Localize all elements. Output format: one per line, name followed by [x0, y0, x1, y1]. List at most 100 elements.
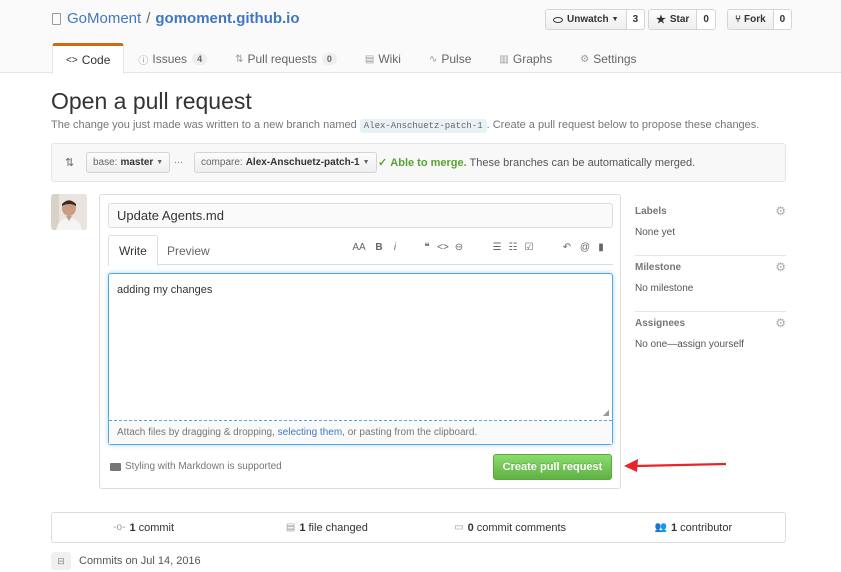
- assignees-value[interactable]: No one—assign yourself: [635, 339, 744, 350]
- code-icon: <>: [66, 54, 78, 66]
- resize-handle-icon[interactable]: ◢: [603, 408, 609, 417]
- repo-name-link[interactable]: gomoment.github.io: [155, 10, 299, 27]
- star-count[interactable]: 0: [697, 9, 716, 30]
- milestone-heading: Milestone: [635, 262, 682, 273]
- tab-issues[interactable]: ⓘ Issues 4: [124, 43, 221, 74]
- tab-code[interactable]: <> Code: [52, 43, 125, 74]
- tab-pull-requests-label: Pull requests: [247, 52, 317, 66]
- subtitle-after: . Create a pull request below to propose…: [486, 119, 760, 131]
- markdown-note: Styling with Markdown is supported: [110, 461, 282, 472]
- book-icon: ▤: [364, 53, 375, 65]
- annotation-arrow-icon: [624, 459, 727, 472]
- create-pull-request-button[interactable]: Create pull request: [493, 454, 612, 480]
- commits-date-header: ⊟ Commits on Jul 14, 2016: [51, 552, 201, 570]
- tab-write[interactable]: Write: [108, 235, 158, 266]
- avatar[interactable]: [51, 194, 87, 230]
- issue-icon: ⓘ: [138, 55, 149, 67]
- labels-value: None yet: [635, 227, 676, 238]
- people-icon: 👥: [654, 522, 668, 533]
- base-value: master: [120, 157, 154, 168]
- link-icon[interactable]: ⊖: [452, 242, 466, 253]
- select-files-link[interactable]: selecting them: [278, 427, 342, 438]
- file-attach-bar[interactable]: Attach files by dragging & dropping, sel…: [109, 420, 612, 444]
- git-commit-icon: ⊟: [51, 552, 71, 570]
- tab-pull-requests[interactable]: ⇅ Pull requests 0: [221, 43, 351, 74]
- discussion-sidebar: Labels ⚙ None yet Milestone ⚙ No milesto…: [635, 200, 786, 368]
- bold-icon[interactable]: B: [372, 242, 386, 253]
- summary-comments[interactable]: ▭ 0 commit comments: [419, 513, 602, 542]
- watch-group: Unwatch ▼ 3: [545, 9, 646, 30]
- caret-down-icon: ▼: [362, 159, 370, 166]
- tab-preview[interactable]: Preview: [157, 235, 220, 266]
- subtitle-before: The change you just made was written to …: [51, 119, 357, 131]
- overall-summary: -o- 1 commit ▤ 1 file changed ▭ 0 commit…: [51, 512, 786, 543]
- mention-icon[interactable]: @: [578, 242, 592, 253]
- fork-icon: ⑂: [735, 14, 741, 25]
- compare-label: compare:: [201, 157, 243, 168]
- tab-pulse-label: Pulse: [441, 52, 472, 66]
- quote-icon[interactable]: ❝: [420, 242, 434, 253]
- base-branch-select[interactable]: base: master ▼: [86, 152, 171, 173]
- tab-graphs[interactable]: ▥ Graphs: [485, 43, 566, 74]
- reply-icon[interactable]: ↶: [558, 242, 576, 253]
- unordered-list-icon[interactable]: ☰: [490, 242, 504, 253]
- repo-title: GoMoment / gomoment.github.io: [52, 10, 300, 27]
- gear-icon[interactable]: ⚙: [775, 316, 786, 330]
- assignees-heading: Assignees: [635, 318, 686, 329]
- sidebar-labels: Labels ⚙ None yet: [635, 200, 786, 256]
- merge-ok-text: Able to merge.: [390, 157, 467, 169]
- pr-body-textarea[interactable]: adding my changes ◢ Attach files by drag…: [108, 273, 613, 445]
- editor-tabs: Write Preview AA B i ❝ <> ⊖ ☰ ☷ ☑ ↶ @ ▮: [108, 235, 613, 266]
- commit-icon: -o-: [113, 522, 126, 533]
- watch-count[interactable]: 3: [626, 9, 646, 30]
- attach-text-before: Attach files by dragging & dropping,: [117, 427, 275, 438]
- commits-date-text: Commits on Jul 14, 2016: [79, 555, 201, 567]
- gear-icon: ⚙: [580, 53, 590, 65]
- summary-files[interactable]: ▤ 1 file changed: [235, 513, 418, 542]
- unwatch-button[interactable]: Unwatch ▼: [545, 9, 627, 30]
- toolbar-insert-group: ❝ <> ⊖: [420, 242, 466, 253]
- range-editor: ⇅ base: master ▼ ... compare: Alex-Ansch…: [51, 143, 786, 182]
- range-dots: ...: [174, 154, 184, 166]
- heading-icon[interactable]: AA: [348, 242, 370, 253]
- tab-pulse[interactable]: ∿ Pulse: [415, 43, 485, 74]
- sidebar-milestone: Milestone ⚙ No milestone: [635, 256, 786, 312]
- ordered-list-icon[interactable]: ☷: [506, 242, 520, 253]
- markdown-note-text[interactable]: Styling with Markdown is supported: [125, 461, 282, 472]
- files-label: file changed: [308, 521, 368, 534]
- file-diff-icon: ▤: [285, 522, 296, 533]
- check-icon: ✓: [378, 157, 388, 169]
- contributors-label: contributor: [680, 521, 733, 534]
- pr-title-input[interactable]: [108, 203, 613, 228]
- code-icon[interactable]: <>: [436, 242, 450, 253]
- bookmark-icon[interactable]: ▮: [594, 242, 608, 253]
- italic-icon[interactable]: i: [388, 242, 402, 253]
- summary-contributors[interactable]: 👥 1 contributor: [602, 513, 785, 542]
- summary-commits[interactable]: -o- 1 commit: [52, 513, 235, 542]
- commits-count: 1: [129, 521, 136, 534]
- gear-icon[interactable]: ⚙: [775, 260, 786, 274]
- tab-wiki[interactable]: ▤ Wiki: [351, 43, 415, 74]
- comments-label: commit comments: [476, 521, 567, 534]
- fork-button[interactable]: ⑂ Fork: [727, 9, 774, 30]
- caret-down-icon: ▼: [611, 16, 619, 23]
- repo-owner-link[interactable]: GoMoment: [67, 10, 141, 27]
- attach-text-after: , or pasting from the clipboard.: [342, 427, 478, 438]
- toolbar-list-group: ☰ ☷ ☑: [490, 242, 536, 253]
- task-list-icon[interactable]: ☑: [522, 242, 536, 253]
- page-subtitle: The change you just made was written to …: [51, 119, 760, 133]
- comment-icon: ▭: [454, 522, 464, 533]
- files-count: 1: [299, 521, 306, 534]
- fork-group: ⑂ Fork 0: [727, 9, 793, 30]
- milestone-value: No milestone: [635, 283, 694, 294]
- tab-settings[interactable]: ⚙ Settings: [566, 43, 650, 74]
- star-group: ★ Star 0: [648, 9, 716, 30]
- compare-branch-select[interactable]: compare: Alex-Anschuetz-patch-1 ▼: [194, 152, 377, 173]
- fork-count[interactable]: 0: [773, 9, 793, 30]
- star-icon: ★: [656, 14, 666, 26]
- graph-icon: ▥: [499, 53, 509, 65]
- merge-status-text: These branches can be automatically merg…: [469, 157, 696, 169]
- star-button[interactable]: ★ Star: [648, 9, 698, 30]
- gear-icon[interactable]: ⚙: [775, 204, 786, 218]
- comments-count: 0: [467, 521, 474, 534]
